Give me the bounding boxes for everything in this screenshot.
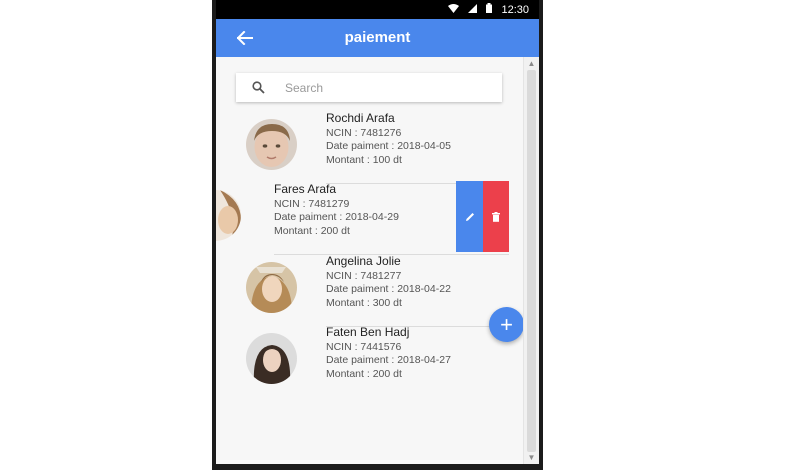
arrow-left-icon — [237, 31, 253, 45]
client-name: Angelina Jolie — [326, 254, 401, 268]
plus-icon: + — [500, 311, 513, 337]
amount-text: Montant : 100 dt — [326, 153, 402, 166]
app-bar: paiement — [216, 19, 539, 57]
search-icon — [251, 81, 265, 95]
add-payment-button[interactable]: + — [489, 307, 524, 342]
amount-text: Montant : 300 dt — [326, 296, 402, 309]
edit-button[interactable] — [456, 181, 483, 252]
phone-frame: 12:30 paiement Search Rochdi Arafa NCIN … — [212, 0, 543, 470]
battery-icon — [486, 3, 493, 16]
app-screen: 12:30 paiement Search Rochdi Arafa NCIN … — [216, 0, 539, 464]
scroll-thumb[interactable] — [527, 70, 536, 452]
item-info: Faten Ben Hadj NCIN : 7441576 Date paime… — [326, 325, 451, 381]
ncin-text: NCIN : 7481276 — [326, 126, 402, 139]
list-item[interactable]: Rochdi Arafa NCIN : 7481276 Date paiment… — [216, 111, 523, 184]
client-name: Rochdi Arafa — [326, 111, 395, 125]
item-info: Fares Arafa NCIN : 7481279 Date paiment … — [274, 182, 399, 238]
avatar — [246, 333, 297, 384]
list-item[interactable]: Faten Ben Hadj NCIN : 7441576 Date paime… — [216, 325, 523, 396]
ncin-text: NCIN : 7481277 — [326, 269, 402, 282]
client-name: Fares Arafa — [274, 182, 337, 196]
ncin-text: NCIN : 7441576 — [326, 340, 402, 353]
signal-icon — [468, 3, 478, 16]
avatar — [246, 119, 297, 170]
payment-date: Date paiment : 2018-04-27 — [326, 354, 451, 366]
pencil-icon — [465, 212, 474, 221]
payment-list-area: Rochdi Arafa NCIN : 7481276 Date paiment… — [216, 57, 524, 464]
trash-icon — [492, 211, 500, 222]
scroll-up-icon[interactable]: ▲ — [527, 59, 536, 68]
client-name: Faten Ben Hadj — [326, 325, 410, 339]
search-input[interactable] — [283, 79, 487, 96]
wifi-icon — [448, 3, 460, 16]
back-button[interactable] — [234, 27, 256, 49]
amount-text: Montant : 200 dt — [274, 224, 350, 237]
avatar — [246, 262, 297, 313]
ncin-text: NCIN : 7481279 — [274, 197, 350, 210]
status-time: 12:30 — [501, 3, 529, 16]
status-bar: 12:30 — [216, 0, 539, 19]
delete-button[interactable] — [483, 181, 509, 252]
item-info: Angelina Jolie NCIN : 7481277 Date paime… — [326, 254, 451, 310]
item-info: Rochdi Arafa NCIN : 7481276 Date paiment… — [326, 111, 451, 167]
list-item[interactable]: Angelina Jolie NCIN : 7481277 Date paime… — [216, 254, 523, 327]
page-title: paiement — [344, 29, 411, 46]
scrollbar[interactable]: ▲ ▼ — [523, 57, 539, 464]
avatar — [216, 190, 241, 241]
list-item-swiped[interactable]: Fares Arafa NCIN : 7481279 Date paiment … — [216, 181, 523, 255]
scroll-down-icon[interactable]: ▼ — [527, 453, 536, 462]
payment-date: Date paiment : 2018-04-29 — [274, 211, 399, 223]
payment-date: Date paiment : 2018-04-22 — [326, 283, 451, 295]
search-bar[interactable] — [236, 73, 502, 102]
payment-date: Date paiment : 2018-04-05 — [326, 140, 451, 152]
amount-text: Montant : 200 dt — [326, 367, 402, 380]
